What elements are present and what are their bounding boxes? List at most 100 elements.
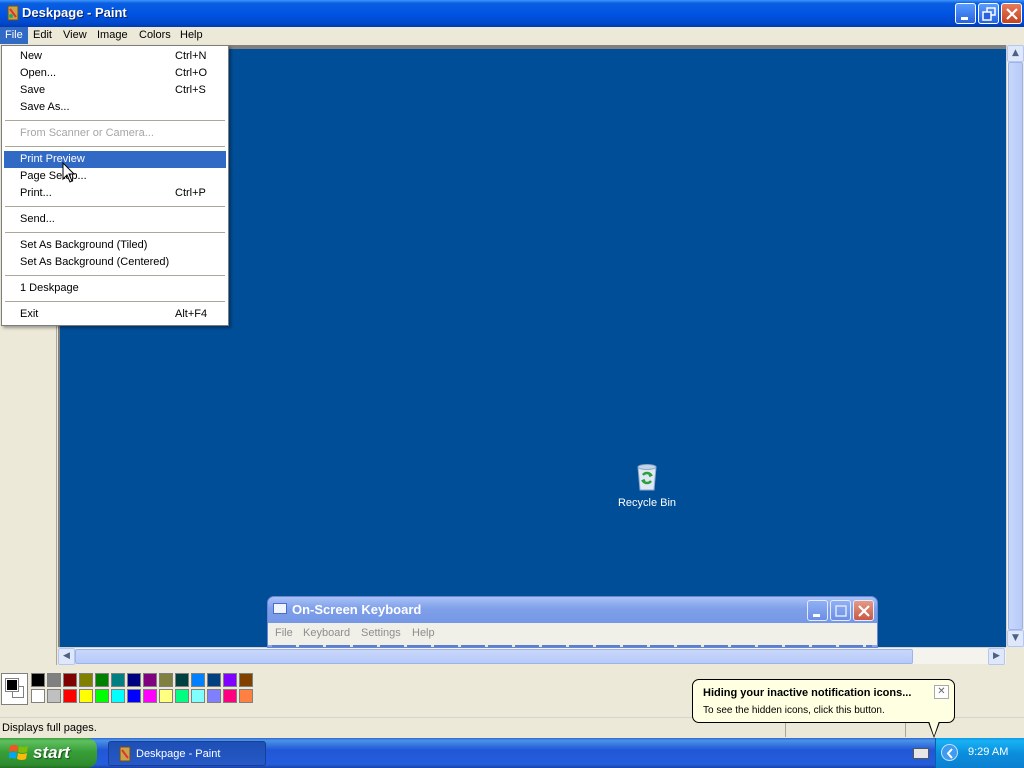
menu-separator bbox=[5, 206, 225, 207]
foreground-color-swatch bbox=[5, 678, 19, 692]
recycle-bin: Recycle Bin bbox=[615, 461, 679, 509]
recycle-bin-icon bbox=[637, 464, 657, 491]
menu-colors[interactable]: Colors bbox=[134, 27, 176, 44]
color-swatch[interactable] bbox=[63, 689, 77, 703]
menu-edit[interactable]: Edit bbox=[28, 27, 57, 44]
color-swatch[interactable] bbox=[79, 673, 93, 687]
menu-item-recent-deskpage[interactable]: 1 Deskpage bbox=[4, 280, 226, 297]
menu-view[interactable]: View bbox=[58, 27, 92, 44]
recycle-bin-label: Recycle Bin bbox=[617, 497, 677, 509]
menu-separator bbox=[5, 301, 225, 302]
current-colors bbox=[1, 673, 28, 705]
status-text: Displays full pages. bbox=[2, 722, 97, 734]
color-swatch[interactable] bbox=[191, 673, 205, 687]
system-tray: 9:29 AM bbox=[935, 738, 1024, 768]
color-swatch[interactable] bbox=[143, 689, 157, 703]
color-swatch[interactable] bbox=[175, 689, 189, 703]
close-button[interactable] bbox=[1001, 3, 1022, 24]
osk-maximize-button[interactable] bbox=[830, 600, 851, 621]
color-swatch[interactable] bbox=[31, 689, 45, 703]
menu-separator bbox=[5, 120, 225, 121]
minimize-icon bbox=[813, 614, 820, 617]
menu-item-exit[interactable]: Exit Alt+F4 bbox=[4, 306, 226, 323]
osk-minimize-button[interactable] bbox=[807, 600, 828, 621]
minimize-button[interactable] bbox=[955, 3, 976, 24]
scroll-left-button[interactable]: ◀ bbox=[58, 648, 75, 665]
on-screen-keyboard-window[interactable]: On-Screen Keyboard File Keyboard Setting… bbox=[267, 596, 878, 648]
color-swatch[interactable] bbox=[191, 689, 205, 703]
show-hidden-icons-button[interactable] bbox=[941, 744, 958, 761]
color-swatch[interactable] bbox=[159, 673, 173, 687]
color-swatch[interactable] bbox=[223, 673, 237, 687]
restore-button[interactable] bbox=[978, 3, 999, 24]
menu-item-open[interactable]: Open... Ctrl+O bbox=[4, 65, 226, 82]
taskbar-item-paint[interactable]: Deskpage - Paint bbox=[108, 741, 266, 766]
vertical-scrollbar[interactable]: ▲ ▼ bbox=[1006, 45, 1024, 647]
scroll-right-button[interactable]: ▶ bbox=[988, 648, 1005, 665]
menu-item-print-preview[interactable]: Print Preview bbox=[4, 151, 226, 168]
horizontal-scrollbar[interactable]: ◀ ▶ bbox=[58, 647, 1006, 665]
start-label: start bbox=[33, 743, 70, 762]
menu-item-from-scanner: From Scanner or Camera... bbox=[20, 127, 154, 139]
color-swatch[interactable] bbox=[143, 673, 157, 687]
notification-balloon[interactable]: Hiding your inactive notification icons.… bbox=[692, 679, 955, 723]
menu-item-new[interactable]: New Ctrl+N bbox=[4, 48, 226, 65]
color-swatch[interactable] bbox=[223, 689, 237, 703]
scroll-up-button[interactable]: ▲ bbox=[1007, 45, 1024, 62]
scroll-down-button[interactable]: ▼ bbox=[1007, 630, 1024, 647]
clock[interactable]: 9:29 AM bbox=[968, 746, 1008, 758]
mouse-cursor-icon bbox=[62, 162, 76, 183]
color-swatch[interactable] bbox=[47, 673, 61, 687]
color-swatch[interactable] bbox=[207, 689, 221, 703]
color-swatch[interactable] bbox=[239, 673, 253, 687]
osk-title: On-Screen Keyboard bbox=[292, 602, 422, 617]
menu-item-save-as[interactable]: Save As... bbox=[4, 99, 226, 116]
balloon-body: To see the hidden icons, click this butt… bbox=[703, 705, 885, 716]
menu-item-send[interactable]: Send... bbox=[4, 211, 226, 228]
color-swatch[interactable] bbox=[31, 673, 45, 687]
menu-image[interactable]: Image bbox=[92, 27, 133, 44]
color-swatch[interactable] bbox=[47, 689, 61, 703]
osk-menu-help[interactable]: Help bbox=[412, 627, 435, 639]
restore-icon bbox=[982, 7, 996, 21]
color-swatch[interactable] bbox=[127, 673, 141, 687]
osk-key-row[interactable] bbox=[272, 645, 872, 647]
color-swatch[interactable] bbox=[95, 673, 109, 687]
start-button[interactable]: start bbox=[0, 738, 97, 768]
paint-app-icon bbox=[7, 5, 19, 21]
menu-item-page-setup[interactable]: Page Setup... bbox=[4, 168, 226, 185]
osk-menu-settings[interactable]: Settings bbox=[361, 627, 401, 639]
color-swatch[interactable] bbox=[95, 689, 109, 703]
color-swatch[interactable] bbox=[63, 673, 77, 687]
close-icon bbox=[1006, 8, 1018, 20]
color-swatch[interactable] bbox=[79, 689, 93, 703]
osk-title-bar[interactable]: On-Screen Keyboard bbox=[268, 597, 877, 623]
color-swatch[interactable] bbox=[159, 689, 173, 703]
color-swatch[interactable] bbox=[239, 689, 253, 703]
osk-menu-keyboard[interactable]: Keyboard bbox=[303, 627, 350, 639]
color-swatch[interactable] bbox=[111, 673, 125, 687]
title-bar[interactable]: Deskpage - Paint bbox=[0, 0, 1024, 27]
color-swatch[interactable] bbox=[127, 689, 141, 703]
keyboard-tray-icon[interactable] bbox=[913, 748, 929, 759]
menu-item-save[interactable]: Save Ctrl+S bbox=[4, 82, 226, 99]
balloon-tail-fill bbox=[929, 721, 939, 736]
menu-item-background-centered[interactable]: Set As Background (Centered) bbox=[4, 254, 226, 271]
vertical-scroll-thumb[interactable] bbox=[1008, 62, 1023, 630]
osk-menu-bar: File Keyboard Settings Help bbox=[268, 623, 877, 645]
menu-bar: File Edit View Image Colors Help bbox=[0, 27, 1024, 45]
color-swatch[interactable] bbox=[111, 689, 125, 703]
osk-close-button[interactable] bbox=[853, 600, 874, 621]
menu-item-background-tiled[interactable]: Set As Background (Tiled) bbox=[4, 237, 226, 254]
windows-logo-icon bbox=[9, 745, 28, 760]
color-swatch[interactable] bbox=[207, 673, 221, 687]
close-icon bbox=[858, 605, 870, 617]
horizontal-scroll-thumb[interactable] bbox=[75, 649, 913, 664]
color-swatch[interactable] bbox=[175, 673, 189, 687]
window-title: Deskpage - Paint bbox=[22, 5, 127, 20]
menu-item-print[interactable]: Print... Ctrl+P bbox=[4, 185, 226, 202]
osk-menu-file[interactable]: File bbox=[275, 627, 293, 639]
menu-help[interactable]: Help bbox=[175, 27, 208, 44]
balloon-close-button[interactable]: ✕ bbox=[934, 685, 949, 699]
menu-file[interactable]: File bbox=[0, 27, 28, 44]
